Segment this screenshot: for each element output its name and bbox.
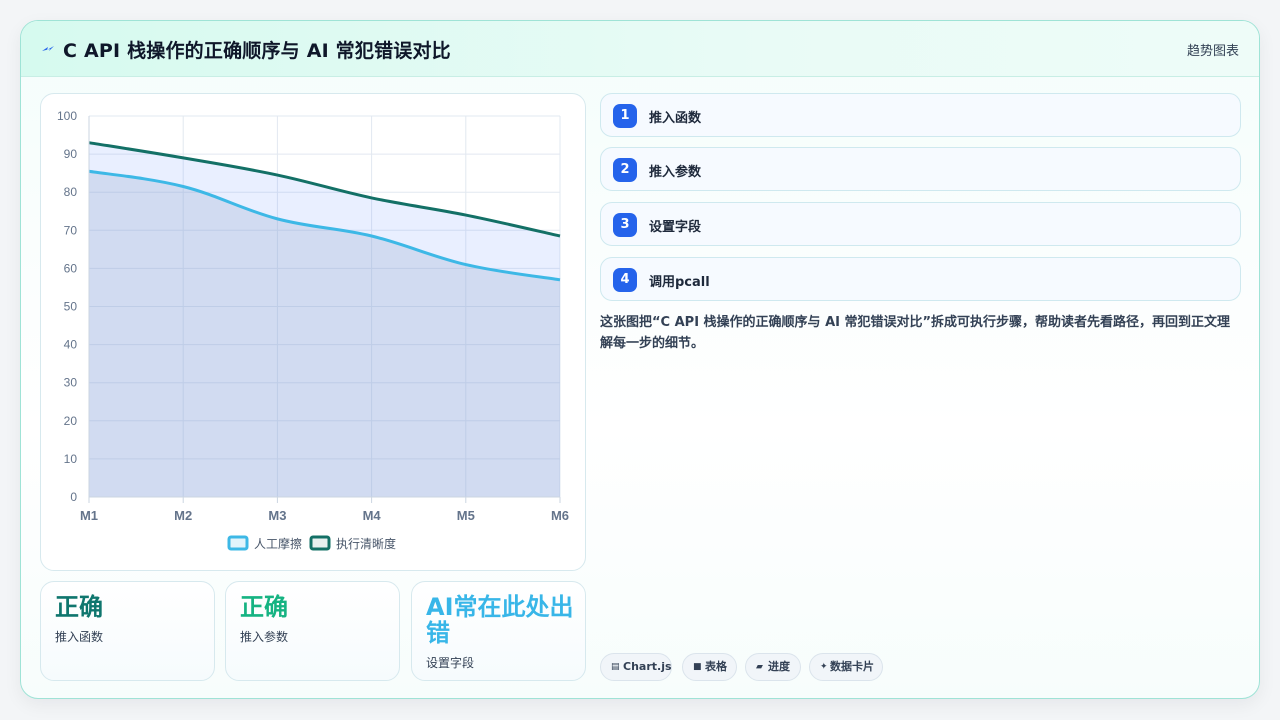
- tag-label: 数据卡片: [830, 660, 874, 673]
- y-tick-label: 40: [64, 338, 78, 352]
- tag-label: Chart.js: [623, 660, 672, 673]
- step-label: 调用pcall: [649, 275, 710, 290]
- lightning-icon: [42, 46, 54, 51]
- y-tick-label: 70: [64, 223, 78, 237]
- tag-progress[interactable]: ▰ 进度: [745, 653, 801, 681]
- page-title: C API 栈操作的正确顺序与 AI 常犯错误对比: [63, 40, 451, 62]
- stat-label: 推入函数: [55, 630, 104, 644]
- legend-label-2: 执行清晰度: [336, 536, 396, 551]
- stat-card-1: 正确 推入函数: [40, 581, 215, 681]
- step-number-badge: 4: [613, 268, 637, 292]
- stat-label: 推入参数: [240, 630, 289, 644]
- x-tick-label: M5: [457, 508, 475, 523]
- table-icon: ■: [693, 662, 702, 672]
- y-tick-label: 60: [64, 261, 78, 275]
- step-label: 设置字段: [649, 220, 702, 235]
- x-tick-label: M3: [268, 508, 286, 523]
- tag-chartjs[interactable]: ▤ Chart.js: [600, 653, 672, 681]
- y-tick-label: 90: [64, 147, 78, 161]
- legend-swatch-1: [227, 535, 249, 551]
- x-tick-label: M4: [363, 508, 382, 523]
- tag-label: 表格: [705, 660, 727, 673]
- stat-value: 正确: [240, 593, 288, 621]
- stat-value: AI常在此处出错: [426, 593, 574, 647]
- tag-table[interactable]: ■ 表格: [682, 653, 737, 681]
- step-number-badge: 3: [613, 213, 637, 237]
- stat-card-3: AI常在此处出错 设置字段: [411, 581, 586, 681]
- progress-icon: ▰: [756, 662, 763, 672]
- header-tag: 趋势图表: [1186, 44, 1239, 59]
- stat-value: 正确: [55, 593, 103, 621]
- tag-data-card[interactable]: ✦ 数据卡片: [809, 653, 883, 681]
- y-tick-label: 50: [64, 300, 78, 314]
- legend-label-1: 人工摩擦: [254, 536, 302, 551]
- step-number-badge: 2: [613, 158, 637, 182]
- area-chart: 0 10 20 30 40 50 60 70 80 90 100 M1 M2 M3 M4 M5 M6 人工摩擦 执行…: [57, 109, 569, 551]
- x-tick-label: M1: [80, 508, 98, 523]
- step-label: 推入函数: [649, 111, 702, 126]
- tag-label: 进度: [768, 660, 790, 673]
- chart-icon: ▤: [611, 662, 620, 672]
- stat-card-2: 正确 推入参数: [225, 581, 400, 681]
- step-item-2[interactable]: 2 推入参数: [600, 147, 1241, 191]
- sparkle-icon: ✦: [820, 662, 828, 672]
- y-tick-label: 20: [64, 414, 78, 428]
- y-tick-label: 100: [57, 109, 77, 123]
- y-tick-label: 30: [64, 376, 78, 390]
- chart-panel: 0 10 20 30 40 50 60 70 80 90 100 M1 M2 M3 M4 M5 M6 人工摩擦 执行…: [40, 93, 586, 571]
- step-label: 推入参数: [649, 165, 702, 180]
- step-number-badge: 1: [613, 104, 637, 128]
- header-bar: C API 栈操作的正确顺序与 AI 常犯错误对比 趋势图表: [21, 21, 1259, 77]
- x-tick-label: M6: [551, 508, 569, 523]
- description-text: 这张图把“C API 栈操作的正确顺序与 AI 常犯错误对比”拆成可执行步骤，帮…: [600, 315, 1231, 351]
- x-tick-label: M2: [174, 508, 192, 523]
- step-item-1[interactable]: 1 推入函数: [600, 93, 1241, 137]
- main-card: C API 栈操作的正确顺序与 AI 常犯错误对比 趋势图表 0 10 20 30 40…: [20, 20, 1260, 699]
- y-tick-label: 10: [64, 452, 78, 466]
- y-tick-label: 0: [70, 490, 77, 504]
- step-item-4[interactable]: 4 调用pcall: [600, 257, 1241, 301]
- legend-swatch-2: [309, 535, 331, 551]
- y-tick-label: 80: [64, 185, 78, 199]
- stat-label: 设置字段: [426, 656, 475, 670]
- step-item-3[interactable]: 3 设置字段: [600, 202, 1241, 246]
